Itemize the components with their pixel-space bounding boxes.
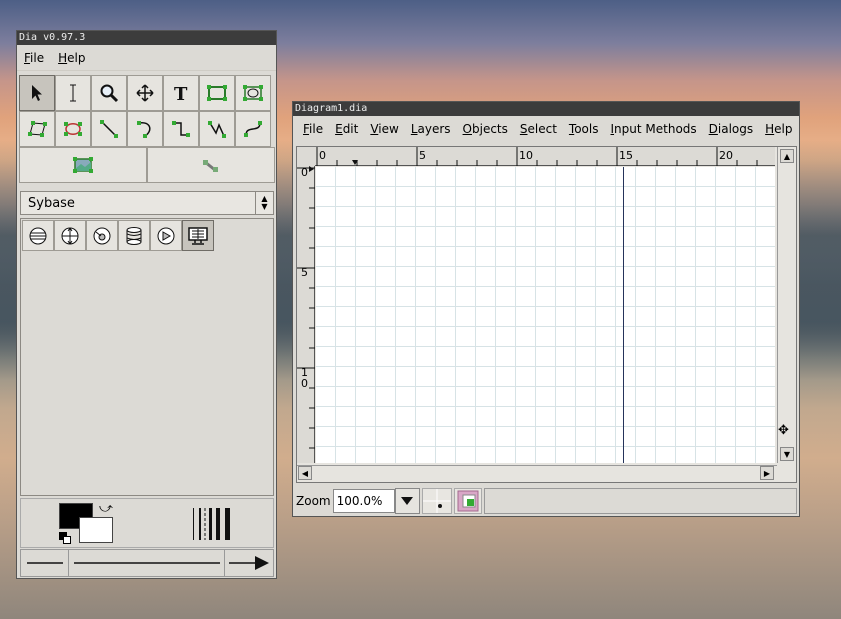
menu-file[interactable]: File xyxy=(297,122,329,136)
diagram-canvas[interactable] xyxy=(316,167,775,463)
menu-input-methods[interactable]: Input Methods xyxy=(605,122,703,136)
menu-dialogs[interactable]: Dialogs xyxy=(703,122,759,136)
polygon-tool-icon[interactable] xyxy=(19,111,55,147)
diagram-title[interactable]: Diagram1.dia xyxy=(293,102,799,116)
swap-colors-icon[interactable]: ⤻ xyxy=(99,501,113,516)
hruler-label-20: 20 xyxy=(719,149,733,162)
menu-layers[interactable]: Layers xyxy=(405,122,457,136)
tool-wide-row xyxy=(19,147,275,183)
vertical-ruler: 0 5 1 0 xyxy=(297,166,315,463)
zoom-dropdown-icon[interactable] xyxy=(394,488,420,514)
vruler-label-10-b: 0 xyxy=(301,377,308,390)
scroll-down-icon[interactable]: ▼ xyxy=(780,447,794,461)
line-style-selector[interactable] xyxy=(69,550,225,576)
diagram-menubar: File Edit View Layers Objects Select Too… xyxy=(293,116,799,142)
navigator-icon[interactable]: ✥ xyxy=(778,423,789,438)
zigzag-line-tool-icon[interactable] xyxy=(163,111,199,147)
ruler-corner xyxy=(297,147,315,166)
page-break-line xyxy=(623,167,624,463)
sybase-stableq-icon[interactable] xyxy=(118,220,150,251)
diagram-window: Diagram1.dia File Edit View Layers Objec… xyxy=(292,101,800,517)
hruler-label-5: 5 xyxy=(419,149,426,162)
toolbox-menubar: File Help xyxy=(17,45,276,71)
polyline-tool-icon[interactable] xyxy=(199,111,235,147)
menu-select[interactable]: Select xyxy=(514,122,563,136)
vertical-scrollbar[interactable]: ▲ ▼ xyxy=(777,147,796,463)
sheet-objects-panel xyxy=(20,218,274,496)
text-edit-tool-icon[interactable] xyxy=(55,75,91,111)
vruler-label-0: 0 xyxy=(301,166,308,179)
svg-text:T: T xyxy=(174,84,188,102)
menu-edit[interactable]: Edit xyxy=(329,122,364,136)
magnify-tool-icon[interactable] xyxy=(91,75,127,111)
background-color-swatch[interactable] xyxy=(79,517,113,543)
image-tool-icon[interactable] xyxy=(19,147,147,183)
hruler-label-0: 0 xyxy=(319,149,326,162)
line-width-icon[interactable] xyxy=(191,505,235,543)
sybase-monitor-icon[interactable] xyxy=(182,220,214,251)
sybase-ltm-icon[interactable] xyxy=(86,220,118,251)
end-arrow-selector[interactable] xyxy=(225,550,273,576)
status-message-field xyxy=(483,488,797,514)
menu-file[interactable]: File xyxy=(17,51,51,65)
sybase-dataserver-icon[interactable] xyxy=(22,220,54,251)
menu-objects[interactable]: Objects xyxy=(457,122,514,136)
arc-tool-icon[interactable] xyxy=(127,111,163,147)
status-bar: Zoom 100.0% xyxy=(296,487,797,515)
bezierline-tool-icon[interactable] xyxy=(235,111,271,147)
beziergon-tool-icon[interactable] xyxy=(55,111,91,147)
toolbox-title[interactable]: Dia v0.97.3 xyxy=(17,31,276,45)
scroll-left-icon[interactable]: ◀ xyxy=(298,466,312,480)
menu-help[interactable]: Help xyxy=(51,51,92,65)
scroll-up-icon[interactable]: ▲ xyxy=(780,149,794,163)
horizontal-scrollbar[interactable]: ◀ ▶ xyxy=(297,465,777,481)
zoom-label: Zoom xyxy=(296,494,331,508)
scroll-tool-icon[interactable] xyxy=(127,75,163,111)
tool-grid: T xyxy=(19,75,275,147)
sheet-selector-value: Sybase xyxy=(28,195,75,211)
reset-colors-icon[interactable] xyxy=(59,532,71,544)
box-tool-icon[interactable] xyxy=(199,75,235,111)
ellipse-tool-icon[interactable] xyxy=(235,75,271,111)
zoom-input[interactable]: 100.0% xyxy=(332,489,395,513)
pointer-tool-icon[interactable] xyxy=(19,75,55,111)
menu-tools[interactable]: Tools xyxy=(563,122,605,136)
menu-help[interactable]: Help xyxy=(759,122,798,136)
scroll-right-icon[interactable]: ▶ xyxy=(760,466,774,480)
sheet-selector[interactable]: Sybase ▲ ▼ xyxy=(20,191,274,215)
hruler-label-15: 15 xyxy=(619,149,633,162)
snap-to-objects-icon[interactable] xyxy=(453,488,482,514)
line-style-row xyxy=(20,549,274,577)
menu-view[interactable]: View xyxy=(364,122,404,136)
horizontal-ruler: 0 5 10 15 20 xyxy=(315,147,775,166)
start-arrow-selector[interactable] xyxy=(21,550,69,576)
toolbox-window: Dia v0.97.3 File Help T Sybase ▲ ▼ ⤻ xyxy=(16,30,277,579)
line-tool-icon[interactable] xyxy=(91,111,127,147)
outline-tool-icon[interactable] xyxy=(147,147,275,183)
snap-to-grid-icon[interactable] xyxy=(421,488,452,514)
color-selector: ⤻ xyxy=(20,498,274,548)
sybase-repserver-icon[interactable] xyxy=(54,220,86,251)
spin-arrows-icon[interactable]: ▲ ▼ xyxy=(255,192,273,214)
canvas-area: 0 5 10 15 20 0 5 1 0 ▲ ▼ ◀ ▶ xyxy=(296,146,797,483)
vruler-label-5: 5 xyxy=(301,266,308,279)
hruler-label-10: 10 xyxy=(519,149,533,162)
text-tool-icon[interactable]: T xyxy=(163,75,199,111)
sybase-client-icon[interactable] xyxy=(150,220,182,251)
